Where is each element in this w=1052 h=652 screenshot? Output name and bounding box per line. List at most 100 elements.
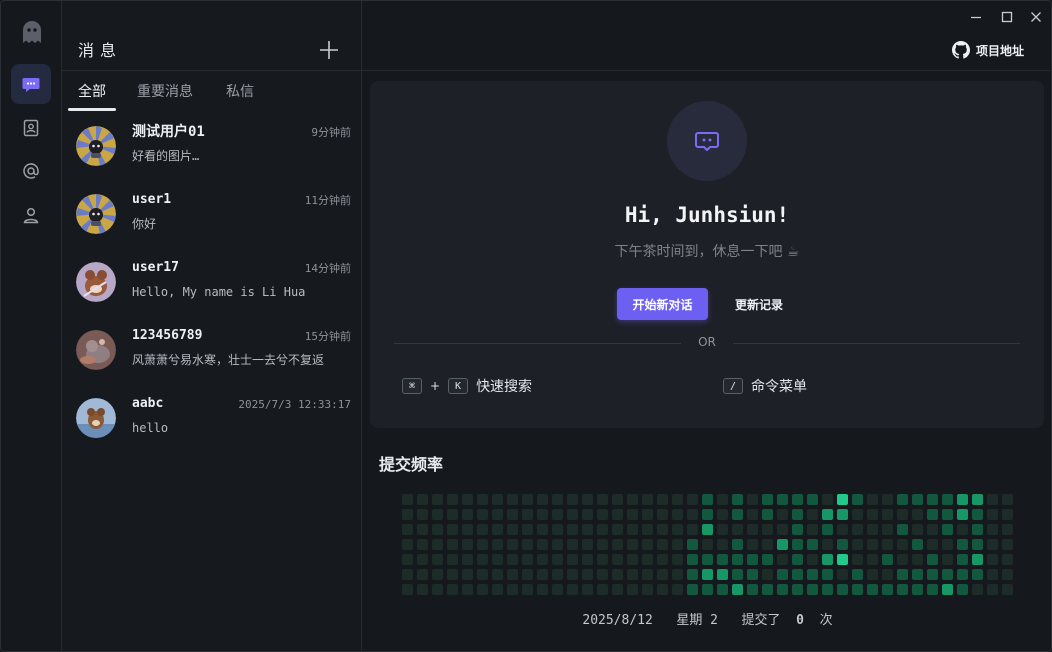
- heatmap-cell[interactable]: [567, 509, 578, 520]
- heatmap-cell[interactable]: [597, 509, 608, 520]
- list-item[interactable]: user17 14分钟前 Hello, My name is Li Hua: [62, 251, 362, 319]
- heatmap-cell[interactable]: [867, 509, 878, 520]
- heatmap-cell[interactable]: [567, 494, 578, 505]
- heatmap-cell[interactable]: [702, 554, 713, 565]
- rail-chat-button[interactable]: [11, 64, 51, 104]
- heatmap-cell[interactable]: [717, 569, 728, 580]
- heatmap-cell[interactable]: [957, 569, 968, 580]
- heatmap-cell[interactable]: [837, 494, 848, 505]
- heatmap-cell[interactable]: [957, 509, 968, 520]
- heatmap-cell[interactable]: [687, 524, 698, 535]
- heatmap-cell[interactable]: [402, 554, 413, 565]
- heatmap-cell[interactable]: [807, 584, 818, 595]
- heatmap-cell[interactable]: [657, 584, 668, 595]
- heatmap-cell[interactable]: [897, 539, 908, 550]
- heatmap-cell[interactable]: [897, 554, 908, 565]
- heatmap-cell[interactable]: [852, 509, 863, 520]
- heatmap-cell[interactable]: [1002, 494, 1013, 505]
- heatmap-cell[interactable]: [597, 569, 608, 580]
- heatmap-cell[interactable]: [612, 524, 623, 535]
- heatmap-cell[interactable]: [777, 509, 788, 520]
- heatmap-cell[interactable]: [687, 584, 698, 595]
- tab-private[interactable]: 私信: [226, 82, 254, 102]
- heatmap-cell[interactable]: [672, 494, 683, 505]
- rail-mentions-button[interactable]: [11, 151, 51, 191]
- heatmap-cell[interactable]: [972, 509, 983, 520]
- close-icon[interactable]: [1028, 9, 1044, 25]
- heatmap-cell[interactable]: [552, 584, 563, 595]
- heatmap-cell[interactable]: [972, 584, 983, 595]
- heatmap-cell[interactable]: [627, 494, 638, 505]
- heatmap-cell[interactable]: [987, 584, 998, 595]
- heatmap-cell[interactable]: [882, 539, 893, 550]
- heatmap-cell[interactable]: [732, 524, 743, 535]
- heatmap-cell[interactable]: [792, 554, 803, 565]
- heatmap-cell[interactable]: [687, 569, 698, 580]
- heatmap-cell[interactable]: [1002, 539, 1013, 550]
- heatmap-cell[interactable]: [462, 494, 473, 505]
- heatmap-cell[interactable]: [462, 524, 473, 535]
- command-menu-shortcut[interactable]: / 命令菜单: [723, 376, 807, 396]
- heatmap-cell[interactable]: [432, 569, 443, 580]
- heatmap-cell[interactable]: [552, 524, 563, 535]
- start-chat-button[interactable]: 开始新对话: [617, 288, 708, 320]
- heatmap-cell[interactable]: [447, 569, 458, 580]
- heatmap-cell[interactable]: [567, 584, 578, 595]
- heatmap-cell[interactable]: [852, 524, 863, 535]
- heatmap-cell[interactable]: [687, 509, 698, 520]
- heatmap-cell[interactable]: [462, 569, 473, 580]
- heatmap-cell[interactable]: [507, 539, 518, 550]
- heatmap-cell[interactable]: [627, 554, 638, 565]
- heatmap-cell[interactable]: [462, 584, 473, 595]
- heatmap-cell[interactable]: [672, 524, 683, 535]
- heatmap-cell[interactable]: [747, 539, 758, 550]
- heatmap-cell[interactable]: [972, 539, 983, 550]
- heatmap-cell[interactable]: [447, 509, 458, 520]
- heatmap-cell[interactable]: [717, 554, 728, 565]
- heatmap-cell[interactable]: [1002, 509, 1013, 520]
- heatmap-cell[interactable]: [822, 494, 833, 505]
- heatmap-cell[interactable]: [927, 584, 938, 595]
- heatmap-cell[interactable]: [552, 539, 563, 550]
- heatmap-cell[interactable]: [657, 509, 668, 520]
- heatmap-cell[interactable]: [882, 584, 893, 595]
- heatmap-cell[interactable]: [582, 584, 593, 595]
- heatmap-cell[interactable]: [837, 584, 848, 595]
- heatmap-cell[interactable]: [867, 524, 878, 535]
- heatmap-cell[interactable]: [927, 554, 938, 565]
- heatmap-cell[interactable]: [897, 569, 908, 580]
- heatmap-cell[interactable]: [912, 539, 923, 550]
- heatmap-cell[interactable]: [972, 524, 983, 535]
- heatmap-cell[interactable]: [672, 584, 683, 595]
- heatmap-cell[interactable]: [582, 569, 593, 580]
- heatmap-cell[interactable]: [492, 539, 503, 550]
- heatmap-cell[interactable]: [447, 539, 458, 550]
- heatmap-cell[interactable]: [477, 509, 488, 520]
- heatmap-cell[interactable]: [837, 524, 848, 535]
- heatmap-cell[interactable]: [807, 509, 818, 520]
- heatmap-cell[interactable]: [792, 584, 803, 595]
- heatmap-cell[interactable]: [597, 554, 608, 565]
- heatmap-cell[interactable]: [1002, 524, 1013, 535]
- heatmap-cell[interactable]: [417, 554, 428, 565]
- heatmap-cell[interactable]: [957, 539, 968, 550]
- heatmap-cell[interactable]: [912, 554, 923, 565]
- heatmap-cell[interactable]: [432, 509, 443, 520]
- heatmap-cell[interactable]: [462, 539, 473, 550]
- heatmap-cell[interactable]: [777, 554, 788, 565]
- heatmap-cell[interactable]: [657, 524, 668, 535]
- heatmap-cell[interactable]: [777, 584, 788, 595]
- heatmap-cell[interactable]: [477, 539, 488, 550]
- heatmap-cell[interactable]: [927, 569, 938, 580]
- heatmap-cell[interactable]: [762, 509, 773, 520]
- heatmap-cell[interactable]: [867, 554, 878, 565]
- heatmap-cell[interactable]: [582, 539, 593, 550]
- heatmap-cell[interactable]: [642, 569, 653, 580]
- list-item[interactable]: aabc 2025/7/3 12:33:17 hello: [62, 387, 362, 455]
- heatmap-cell[interactable]: [972, 569, 983, 580]
- heatmap-cell[interactable]: [852, 584, 863, 595]
- heatmap-cell[interactable]: [807, 494, 818, 505]
- heatmap-cell[interactable]: [882, 554, 893, 565]
- heatmap-cell[interactable]: [912, 569, 923, 580]
- tab-all[interactable]: 全部: [78, 82, 106, 102]
